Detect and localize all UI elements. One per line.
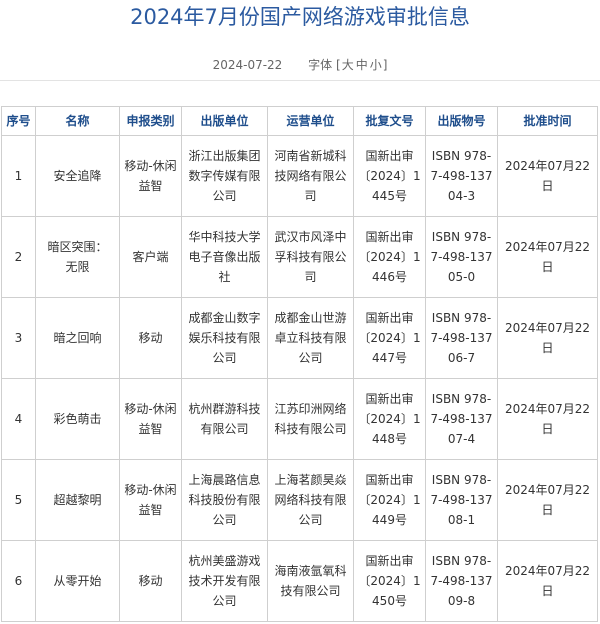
cell-approval-number: 国新出审〔2024〕1445号 <box>353 135 426 217</box>
cell-index: 2 <box>1 216 36 298</box>
font-size-medium-link[interactable]: 中 <box>355 58 369 72</box>
cell-category: 移动-休闲益智 <box>119 135 182 217</box>
cell-name: 从零开始 <box>35 540 120 622</box>
header-operator: 运营单位 <box>267 106 354 136</box>
cell-index: 5 <box>1 459 36 541</box>
font-size-small-link[interactable]: 小 <box>369 58 383 72</box>
publish-date: 2024-07-22 <box>212 58 283 72</box>
cell-publisher: 浙江出版集团数字传媒有限公司 <box>181 135 268 217</box>
header-name: 名称 <box>35 106 120 136</box>
cell-isbn: ISBN 978-7-498-13707-4 <box>425 378 498 460</box>
page-title: 2024年7月份国产网络游戏审批信息 <box>130 5 470 29</box>
cell-isbn: ISBN 978-7-498-13704-3 <box>425 135 498 217</box>
table-row: 5 超越黎明 移动-休闲益智 上海晨路信息科技股份有限公司 上海茗颜昊焱网络科技… <box>1 459 598 541</box>
cell-approval-number: 国新出审〔2024〕1449号 <box>353 459 426 541</box>
approval-table: 序号 名称 申报类别 出版单位 运营单位 批复文号 出版物号 批准时间 1 安全… <box>1 106 598 622</box>
cell-name: 彩色萌击 <box>35 378 120 460</box>
cell-operator: 武汉市风泽中孚科技有限公司 <box>267 216 354 298</box>
cell-operator: 上海茗颜昊焱网络科技有限公司 <box>267 459 354 541</box>
cell-name: 暗区突围：无限 <box>35 216 120 298</box>
cell-category: 移动 <box>119 297 182 379</box>
bracket-close: ] <box>382 58 388 72</box>
divider <box>0 80 600 81</box>
cell-index: 4 <box>1 378 36 460</box>
bracket-open: [ <box>336 58 341 72</box>
cell-category: 移动-休闲益智 <box>119 378 182 460</box>
font-size-large-link[interactable]: 大 <box>341 58 355 72</box>
cell-index: 6 <box>1 540 36 622</box>
table-row: 6 从零开始 移动 杭州美盛游戏技术开发有限公司 海南液氩氧科技有限公司 国新出… <box>1 540 598 622</box>
cell-isbn: ISBN 978-7-498-13708-1 <box>425 459 498 541</box>
cell-operator: 河南省新城科技网络有限公司 <box>267 135 354 217</box>
table-row: 3 暗之回响 移动 成都金山数字娱乐科技有限公司 成都金山世游卓立科技有限公司 … <box>1 297 598 379</box>
table-row: 1 安全追降 移动-休闲益智 浙江出版集团数字传媒有限公司 河南省新城科技网络有… <box>1 135 598 217</box>
font-size-label: 字体 <box>308 58 333 72</box>
cell-publisher: 华中科技大学电子音像出版社 <box>181 216 268 298</box>
cell-isbn: ISBN 978-7-498-13709-8 <box>425 540 498 622</box>
cell-approval-number: 国新出审〔2024〕1448号 <box>353 378 426 460</box>
cell-name: 安全追降 <box>35 135 120 217</box>
header-approval-number: 批复文号 <box>353 106 426 136</box>
table-header-row: 序号 名称 申报类别 出版单位 运营单位 批复文号 出版物号 批准时间 <box>1 106 598 136</box>
cell-category: 移动-休闲益智 <box>119 459 182 541</box>
header-isbn: 出版物号 <box>425 106 498 136</box>
cell-approval-date: 2024年07月22日 <box>497 540 598 622</box>
cell-category: 客户端 <box>119 216 182 298</box>
header-publisher: 出版单位 <box>181 106 268 136</box>
cell-approval-number: 国新出审〔2024〕1446号 <box>353 216 426 298</box>
cell-approval-date: 2024年07月22日 <box>497 135 598 217</box>
table-row: 2 暗区突围：无限 客户端 华中科技大学电子音像出版社 武汉市风泽中孚科技有限公… <box>1 216 598 298</box>
cell-isbn: ISBN 978-7-498-13706-7 <box>425 297 498 379</box>
cell-operator: 江苏印洲网络科技有限公司 <box>267 378 354 460</box>
header-approval-date: 批准时间 <box>497 106 598 136</box>
cell-name: 超越黎明 <box>35 459 120 541</box>
article-meta: 2024-07-22 字体 [大中小] <box>0 56 600 74</box>
cell-approval-date: 2024年07月22日 <box>497 459 598 541</box>
cell-publisher: 杭州美盛游戏技术开发有限公司 <box>181 540 268 622</box>
table-row: 4 彩色萌击 移动-休闲益智 杭州群游科技有限公司 江苏印洲网络科技有限公司 国… <box>1 378 598 460</box>
header-category: 申报类别 <box>119 106 182 136</box>
cell-name: 暗之回响 <box>35 297 120 379</box>
cell-publisher: 成都金山数字娱乐科技有限公司 <box>181 297 268 379</box>
cell-approval-date: 2024年07月22日 <box>497 297 598 379</box>
cell-operator: 成都金山世游卓立科技有限公司 <box>267 297 354 379</box>
cell-index: 1 <box>1 135 36 217</box>
cell-approval-date: 2024年07月22日 <box>497 216 598 298</box>
cell-approval-date: 2024年07月22日 <box>497 378 598 460</box>
cell-publisher: 杭州群游科技有限公司 <box>181 378 268 460</box>
cell-index: 3 <box>1 297 36 379</box>
cell-operator: 海南液氩氧科技有限公司 <box>267 540 354 622</box>
cell-isbn: ISBN 978-7-498-13705-0 <box>425 216 498 298</box>
cell-category: 移动 <box>119 540 182 622</box>
header-index: 序号 <box>1 106 36 136</box>
cell-approval-number: 国新出审〔2024〕1450号 <box>353 540 426 622</box>
cell-approval-number: 国新出审〔2024〕1447号 <box>353 297 426 379</box>
cell-publisher: 上海晨路信息科技股份有限公司 <box>181 459 268 541</box>
